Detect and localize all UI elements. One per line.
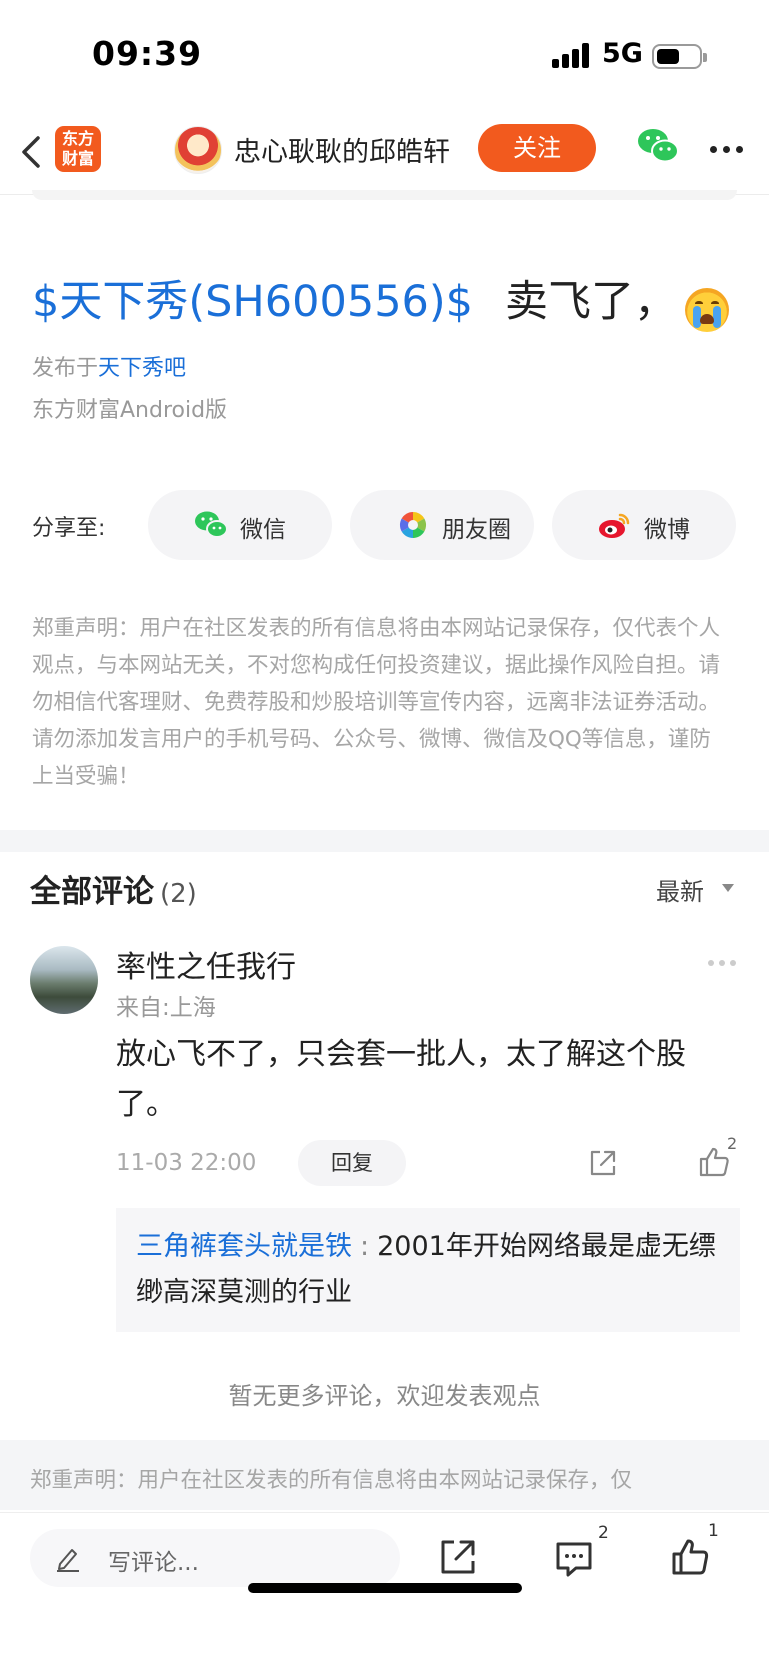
back-icon[interactable]: [18, 132, 48, 172]
post-detail-page: 09:39 5G 东方 财富 忠心耿耿的邱皓轩 关注 $天下秀(SH600556…: [0, 0, 769, 1665]
app-logo[interactable]: 东方 财富: [55, 126, 101, 172]
comments-count: (2): [160, 879, 197, 909]
comment-like-count: 2: [727, 1134, 738, 1153]
comment-like-icon[interactable]: [698, 1146, 730, 1178]
no-more-comments: 暂无更多评论，欢迎发表观点: [228, 1382, 541, 1410]
reply-colon: :: [360, 1231, 370, 1262]
share-weibo-label: 微博: [644, 517, 690, 543]
commenter-location: 来自:上海: [116, 995, 216, 1021]
share-weibo-button[interactable]: 微博: [552, 490, 736, 560]
status-bar: 09:39 5G: [0, 0, 769, 110]
status-time: 09:39: [92, 34, 203, 73]
share-wechat-button[interactable]: 微信: [148, 490, 332, 560]
reply-content: 三角裤套头就是铁:2001年开始网络最是虚无缥缈高深莫测的行业: [136, 1224, 726, 1316]
sort-dropdown[interactable]: 最新: [656, 872, 704, 907]
comment-time: 11-03 22:00: [116, 1150, 257, 1176]
app-logo-line2: 财富: [61, 149, 94, 168]
post-text: 卖飞了，: [505, 277, 678, 327]
comment-text: 放心飞不了，只会套一批人，太了解这个股了。: [116, 1037, 686, 1122]
wechat-share-icon[interactable]: [636, 126, 680, 166]
more-icon[interactable]: [710, 146, 744, 154]
share-moments-label: 朋友圈: [442, 517, 511, 543]
comments-title: 全部评论: [30, 874, 154, 910]
home-indicator: [248, 1583, 522, 1593]
signal-icon: [552, 42, 592, 68]
published-prefix: 发布于: [32, 356, 99, 381]
comments-header: 全部评论 (2): [30, 866, 197, 911]
crying-emoji-icon: [685, 288, 729, 332]
like-count-badge: 1: [708, 1521, 719, 1541]
comment-placeholder: 写评论...: [108, 1550, 199, 1576]
commenter-avatar[interactable]: [30, 946, 98, 1014]
forum-link[interactable]: 天下秀吧: [98, 356, 186, 381]
share-wechat-label: 微信: [240, 517, 286, 543]
network-label: 5G: [602, 38, 643, 69]
stock-tag-link[interactable]: $天下秀(SH600556)$: [32, 277, 473, 327]
moments-icon: [399, 511, 427, 539]
post-source: 东方财富Android版: [32, 398, 228, 423]
commenter-name[interactable]: 率性之任我行: [116, 942, 296, 986]
like-icon[interactable]: [670, 1537, 710, 1577]
nav-bar: 东方 财富 忠心耿耿的邱皓轩 关注: [0, 110, 769, 195]
comment-icon[interactable]: [554, 1539, 594, 1579]
wechat-icon: [195, 511, 228, 538]
share-moments-button[interactable]: 朋友圈: [350, 490, 534, 560]
share-label: 分享至:: [32, 516, 106, 541]
comment-more-icon[interactable]: [708, 960, 738, 966]
disclaimer-text: 郑重声明：用户在社区发表的所有信息将由本网站记录保存，仅代表个人观点，与本网站无…: [32, 616, 721, 789]
reply-username[interactable]: 三角裤套头就是铁: [136, 1231, 352, 1262]
comment-share-icon[interactable]: [588, 1148, 618, 1178]
reply-button[interactable]: 回复: [298, 1140, 406, 1186]
reply-preview[interactable]: 三角裤套头就是铁:2001年开始网络最是虚无缥缈高深莫测的行业: [116, 1208, 740, 1332]
author-avatar[interactable]: [174, 126, 222, 174]
weibo-icon: [599, 513, 630, 538]
comment-input[interactable]: 写评论...: [30, 1529, 400, 1587]
scroll-shadow: [32, 190, 737, 200]
post-content: $天下秀(SH600556)$ 卖飞了，: [32, 274, 677, 330]
comment-count-badge: 2: [598, 1523, 609, 1543]
app-logo-line1: 东方: [61, 129, 94, 148]
published-in: 发布于天下秀吧: [32, 350, 186, 382]
caret-down-icon[interactable]: [722, 884, 734, 892]
author-name[interactable]: 忠心耿耿的邱皓轩: [234, 130, 450, 169]
battery-icon: [652, 44, 707, 69]
pencil-icon: [57, 1549, 79, 1572]
share-icon[interactable]: [438, 1537, 478, 1577]
section-divider: [0, 830, 769, 852]
footer-disclaimer: 郑重声明：用户在社区发表的所有信息将由本网站记录保存，仅: [30, 1468, 633, 1493]
follow-button[interactable]: 关注: [478, 124, 596, 172]
